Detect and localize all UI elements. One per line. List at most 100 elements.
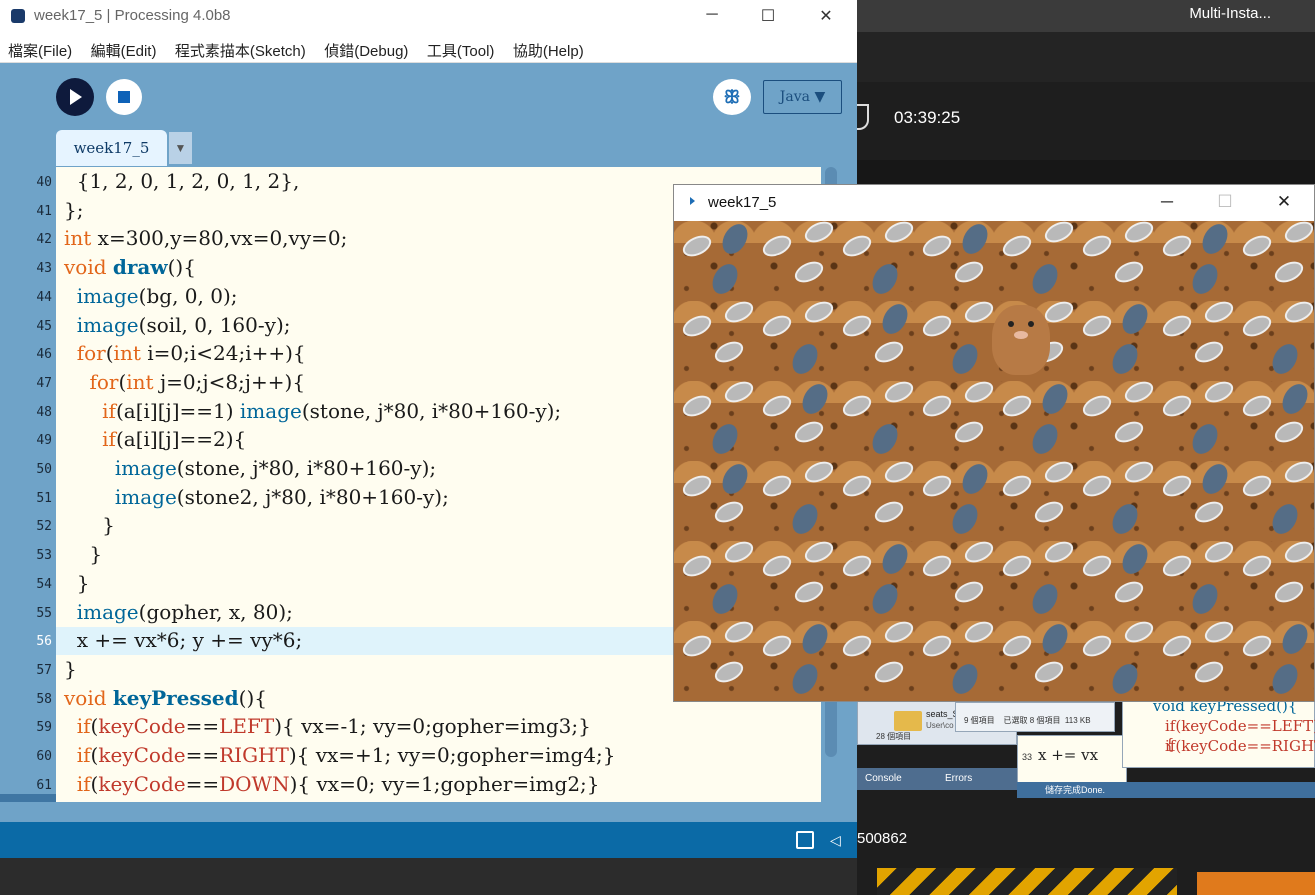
console-area	[0, 858, 857, 895]
mini-code-text: x += vx	[1038, 746, 1099, 764]
code-line: image(stone, j*80, i*80+160-y);	[114, 456, 437, 480]
code-line: image(stone2, j*80, i*80+160-y);	[114, 484, 449, 509]
line-number: 58	[36, 691, 52, 707]
code-line: }	[64, 570, 90, 595]
shield-icon	[857, 104, 869, 130]
stop-button[interactable]	[106, 79, 142, 115]
console-tab[interactable]: Console	[865, 773, 902, 784]
folder-icon	[894, 711, 922, 731]
code-line: if(keyCode==LEFT){ vx=-1; vy=0;gopher=im…	[76, 714, 591, 739]
line-number: 60	[36, 749, 52, 764]
folder-path: User\co	[926, 721, 954, 730]
sketch-title: week17_5	[708, 194, 777, 211]
console-tabbar: Console Errors	[857, 768, 1017, 790]
menu-file[interactable]: 檔案(File)	[8, 40, 72, 61]
sketch-window: week17_5 ─ ☐ ✕	[673, 184, 1315, 702]
line-number: 52	[36, 519, 52, 535]
code-line: }	[64, 513, 115, 538]
menu-tools[interactable]: 工具(Tool)	[427, 40, 495, 61]
processing-app-icon	[11, 9, 25, 23]
minimize-button[interactable]: ─	[697, 6, 727, 24]
orange-bar	[1197, 872, 1315, 895]
saved-status-text: 儲存完成Done.	[1045, 785, 1106, 795]
tab-menu-arrow[interactable]: ▼	[169, 132, 192, 164]
sketch-canvas[interactable]	[674, 221, 1314, 701]
code-line: if(keyCode==RIGHT){ vx=+1; vy=0;gopher=i…	[76, 743, 616, 767]
line-number: 47	[36, 375, 52, 391]
run-button[interactable]	[56, 78, 94, 116]
mini-editor-panel: 33 x += vx	[1017, 735, 1127, 785]
background-code-text: 500862	[857, 830, 908, 847]
recording-time: 03:39:25	[894, 108, 961, 127]
title-bar: week17_5 | Processing 4.0b8 ─ ☐ ✕	[0, 0, 857, 33]
sketch-minimize-button[interactable]: ─	[1152, 192, 1182, 212]
gopher-eye	[1008, 321, 1014, 327]
code-line: for(int j=0;j<8;j++){	[89, 369, 306, 394]
explorer-status-panel: 9 個項目 已選取 8 個項目 113 KB	[955, 702, 1115, 732]
code-line: void keyPressed(){	[64, 685, 267, 710]
code-line: image(gopher, x, 80);	[76, 599, 293, 624]
code-line: };	[64, 197, 84, 222]
hazard-stripes	[877, 868, 1177, 895]
mini-line-number: 33	[1022, 752, 1033, 762]
line-number: 57	[36, 662, 52, 678]
line-number: 59	[36, 720, 52, 736]
code-line: x += vx*6; y += vy*6;	[64, 628, 303, 653]
line-number: 40	[36, 175, 52, 190]
sketch-close-button[interactable]: ✕	[1269, 192, 1299, 212]
gopher-nose	[1014, 331, 1028, 339]
mini-editor-panel-2: void keyPressed(){ if(keyCode==LEFT){ if…	[1122, 697, 1315, 768]
menu-sketch[interactable]: 程式素描本(Sketch)	[175, 40, 306, 61]
errors-tab[interactable]: Errors	[945, 773, 972, 784]
code-line: if(keyCode==DOWN){ vx=0; vy=1;gopher=img…	[76, 771, 600, 796]
code-line: void draw(){	[64, 255, 196, 280]
tab-week17-5[interactable]: week17_5	[56, 130, 167, 166]
console-bar	[0, 822, 857, 858]
sketch-title-bar: week17_5 ─ ☐ ✕	[674, 185, 1314, 221]
mini-code-right: if(keyCode==RIGHT)	[1165, 737, 1315, 755]
menu-bar: 檔案(File) 編輯(Edit) 程式素描本(Sketch) 偵錯(Debug…	[0, 33, 857, 63]
close-button[interactable]: ✕	[811, 6, 841, 26]
line-number-gutter: 40 41 42 43 44 45 46 47 48 49 50 51 52 53 54 55 56 57 58 59…	[0, 167, 56, 822]
sketch-maximize-button[interactable]: ☐	[1210, 192, 1240, 212]
console-toggle-icon[interactable]	[796, 831, 814, 849]
line-number: 50	[36, 462, 52, 477]
collapse-arrow-icon[interactable]: ◁	[830, 832, 841, 849]
items-count: 28 個項目	[876, 732, 912, 741]
menu-debug[interactable]: 偵錯(Debug)	[324, 40, 408, 61]
explorer-status-text: 9 個項目 已選取 8 個項目 113 KB	[964, 716, 1091, 725]
code-line: if(a[i][j]==2){	[102, 427, 247, 452]
code-line: image(bg, 0, 0);	[76, 283, 238, 308]
mode-selector[interactable]: Java ▼	[763, 80, 842, 114]
code-line: for(int i=0;i<24;i++){	[76, 341, 306, 366]
line-number: 51	[36, 490, 52, 506]
menu-edit[interactable]: 編輯(Edit)	[91, 40, 157, 61]
desktop: Multi-Insta... 03:39:25 seats_SS User\co…	[0, 0, 1315, 895]
code-line: if(a[i][j]==1) image(stone, j*80, i*80+1…	[102, 398, 562, 423]
gopher-sprite	[992, 305, 1050, 375]
status-bar	[0, 802, 857, 822]
line-number: 54	[36, 576, 52, 592]
maximize-button[interactable]: ☐	[753, 6, 783, 26]
code-line: {1, 2, 0, 1, 2, 0, 1, 2},	[64, 169, 300, 193]
gopher-eye	[1028, 321, 1034, 327]
line-number: 61	[36, 777, 52, 793]
line-number: 44	[36, 289, 52, 305]
butterfly-icon[interactable]: ꕥ	[713, 79, 751, 115]
background-app-toolbar	[857, 32, 1315, 82]
background-app-title: Multi-Insta...	[1189, 5, 1271, 22]
line-number: 53	[36, 548, 52, 564]
line-number: 49	[36, 433, 52, 449]
play-icon	[690, 197, 695, 205]
line-number: 46	[36, 347, 52, 363]
code-line: }	[64, 542, 103, 567]
saved-status-bar: 儲存完成Done.	[1017, 782, 1315, 798]
window-title: week17_5 | Processing 4.0b8	[34, 7, 231, 24]
code-line: int x=300,y=80,vx=0,vy=0;	[64, 226, 348, 251]
line-number: 42	[36, 232, 52, 248]
background-app-titlebar: Multi-Insta...	[857, 0, 1315, 32]
menu-help[interactable]: 協助(Help)	[513, 40, 584, 61]
code-line: image(soil, 0, 160-y);	[76, 312, 291, 337]
code-line: }	[64, 656, 77, 681]
line-number: 43	[36, 261, 52, 277]
